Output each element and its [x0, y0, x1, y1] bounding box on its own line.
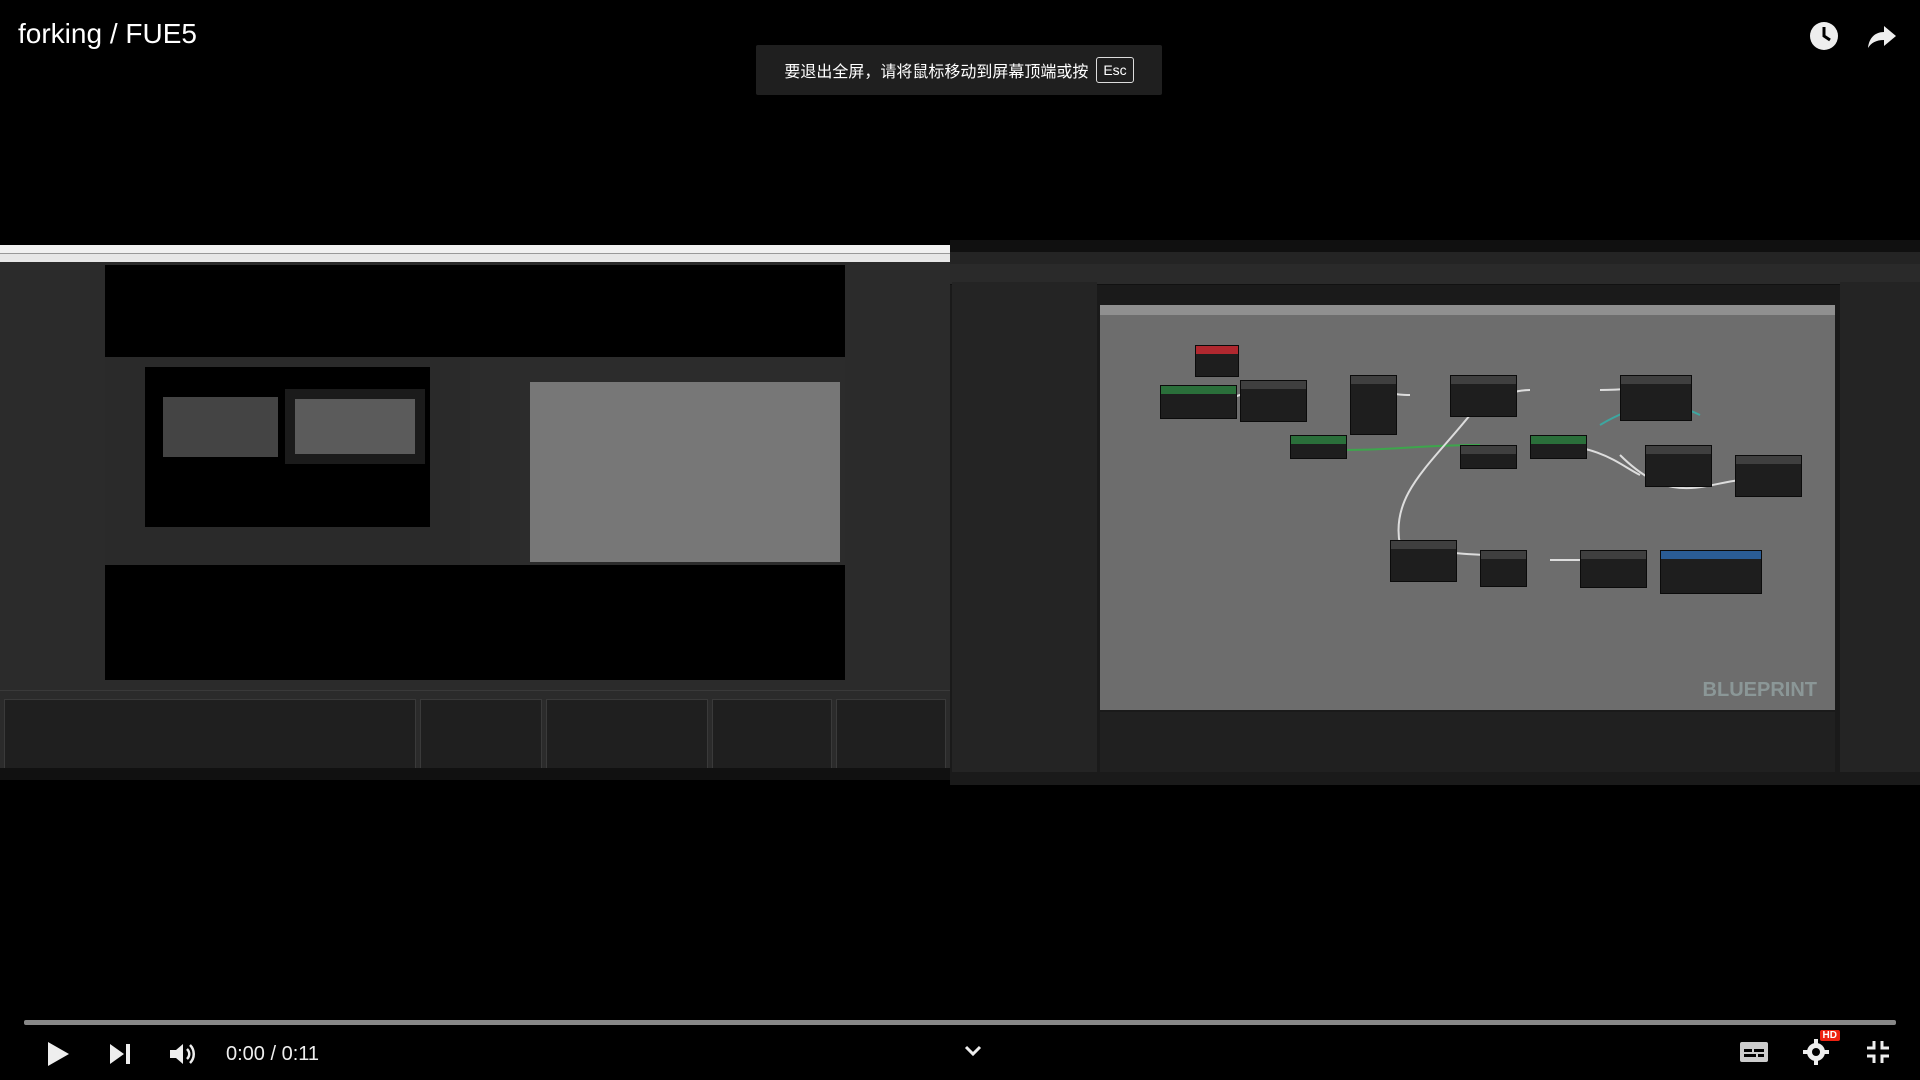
unreal-editor-screen: BLUEPRINT [950, 240, 1920, 785]
share-icon[interactable] [1864, 18, 1900, 54]
nested-left-capture [105, 357, 470, 565]
nested-right-capture [470, 357, 845, 565]
ue-node-compare-6 [1390, 540, 1457, 582]
obs-screen [0, 245, 950, 780]
next-icon[interactable] [102, 1036, 138, 1072]
player-title[interactable]: forking / FUE5 [18, 18, 197, 50]
ue-node-compare-5 [1735, 455, 1802, 497]
obs-scenes-dock [4, 699, 416, 771]
nested-thumb-graph [295, 399, 415, 454]
ue-node-multiply [1160, 385, 1237, 419]
obs-titlebar [0, 245, 950, 254]
nested-thumb-b [285, 389, 425, 464]
hd-badge: HD [1819, 1030, 1840, 1041]
exit-fullscreen-icon[interactable] [1860, 1034, 1896, 1070]
obs-preview [105, 265, 845, 680]
ue-node-compare-3 [1620, 375, 1692, 421]
ue-node-compare-2 [1450, 375, 1517, 417]
subtitles-icon[interactable] [1736, 1034, 1772, 1070]
ue-node-event [1195, 345, 1239, 377]
esc-key-hint: Esc [1096, 57, 1134, 83]
ue-blueprint-watermark: BLUEPRINT [1702, 679, 1817, 701]
chevron-down-icon[interactable] [962, 1040, 984, 1062]
windows-taskbar [0, 768, 950, 780]
ue-compiler-results [1100, 712, 1835, 772]
progress-bar[interactable] [24, 1020, 1896, 1025]
ue-node-compare [1240, 380, 1307, 422]
volume-icon[interactable] [164, 1036, 200, 1072]
ue-node-compare-7 [1580, 550, 1647, 588]
ue-components-panel [952, 282, 1097, 772]
obs-transitions-dock [712, 699, 832, 771]
obs-sources-dock [420, 699, 542, 771]
obs-menubar [0, 254, 950, 262]
gear-icon[interactable]: HD [1798, 1030, 1840, 1070]
video-frame[interactable]: BLUEPRINT [0, 240, 1920, 785]
ue-titlebar [950, 240, 1920, 252]
player-controls-left: 0:00 / 0:11 [40, 1036, 319, 1072]
nested-thumb-a [163, 397, 278, 457]
obs-docks [0, 690, 950, 780]
nested-blueprint-graph [530, 382, 840, 562]
fullscreen-notice: 要退出全屏，请将鼠标移动到屏幕顶端或按 Esc [756, 45, 1162, 95]
player-controls-right: HD [1736, 1030, 1896, 1070]
ue-node-abs [1460, 445, 1517, 469]
fullscreen-notice-text: 要退出全屏，请将鼠标移动到屏幕顶端或按 [784, 64, 1089, 81]
nested-inner-preview [145, 367, 430, 527]
obs-nested-capture [105, 357, 845, 565]
ue-details-panel [1840, 282, 1920, 772]
clock-icon[interactable] [1806, 18, 1842, 54]
ue-node-return [1530, 435, 1587, 459]
ue-node-function-call [1660, 550, 1762, 594]
play-icon[interactable] [40, 1036, 76, 1072]
top-controls [1806, 18, 1900, 54]
obs-controls-dock [836, 699, 946, 771]
ue-node-branch [1480, 550, 1527, 587]
obs-audio-mixer-dock [546, 699, 708, 771]
ue-node-switch [1350, 375, 1397, 435]
ue-node-select [1290, 435, 1347, 459]
ue-event-graph: BLUEPRINT [1100, 305, 1835, 710]
ue-node-compare-4 [1645, 445, 1712, 487]
time-display: 0:00 / 0:11 [226, 1042, 320, 1065]
ue-menubar [950, 252, 1920, 264]
